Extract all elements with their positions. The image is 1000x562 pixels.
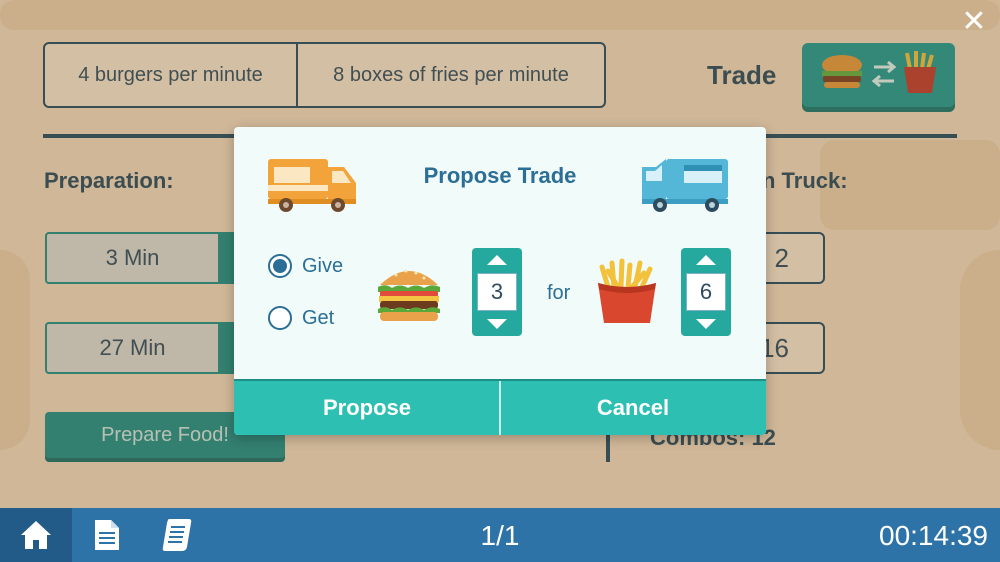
document-button[interactable] bbox=[78, 508, 136, 562]
blue-food-truck-icon bbox=[638, 155, 732, 220]
give-radio-option[interactable]: Give bbox=[268, 254, 343, 278]
bottom-navigation-bar: 1/1 00:14:39 bbox=[0, 508, 1000, 562]
decrement-get-button[interactable] bbox=[681, 314, 731, 334]
get-quantity-value[interactable]: 6 bbox=[686, 273, 726, 311]
for-label: for bbox=[547, 282, 571, 304]
close-icon[interactable]: ✕ bbox=[960, 7, 988, 37]
timer: 00:14:39 bbox=[879, 520, 988, 551]
dialog-footer: Propose Cancel bbox=[234, 379, 766, 435]
arrow-up-icon bbox=[696, 255, 716, 265]
increment-get-button[interactable] bbox=[681, 250, 731, 270]
scroll-button[interactable] bbox=[148, 508, 206, 562]
arrow-down-icon bbox=[487, 319, 507, 329]
burger-icon bbox=[374, 263, 444, 328]
get-radio-option[interactable]: Get bbox=[268, 306, 334, 330]
page-counter: 1/1 bbox=[480, 520, 520, 551]
give-radio-button[interactable] bbox=[268, 254, 292, 278]
give-quantity-stepper: 3 bbox=[472, 248, 522, 336]
propose-button[interactable]: Propose bbox=[234, 381, 500, 435]
home-button[interactable] bbox=[0, 508, 72, 562]
document-icon bbox=[95, 520, 119, 550]
give-quantity-value[interactable]: 3 bbox=[477, 273, 517, 311]
arrow-down-icon bbox=[696, 319, 716, 329]
cancel-button[interactable]: Cancel bbox=[500, 381, 766, 435]
get-label: Get bbox=[302, 306, 335, 329]
fries-icon bbox=[594, 257, 660, 332]
get-quantity-stepper: 6 bbox=[681, 248, 731, 336]
decrement-give-button[interactable] bbox=[472, 314, 522, 334]
scroll-icon bbox=[162, 519, 192, 551]
get-radio-button[interactable] bbox=[268, 306, 292, 330]
propose-trade-dialog: Propose Trade Give Get 3 for 6 Propose C… bbox=[234, 127, 766, 435]
home-icon bbox=[21, 521, 51, 549]
give-label: Give bbox=[302, 254, 344, 277]
increment-give-button[interactable] bbox=[472, 250, 522, 270]
arrow-up-icon bbox=[487, 255, 507, 265]
radio-selected-dot bbox=[273, 259, 287, 273]
